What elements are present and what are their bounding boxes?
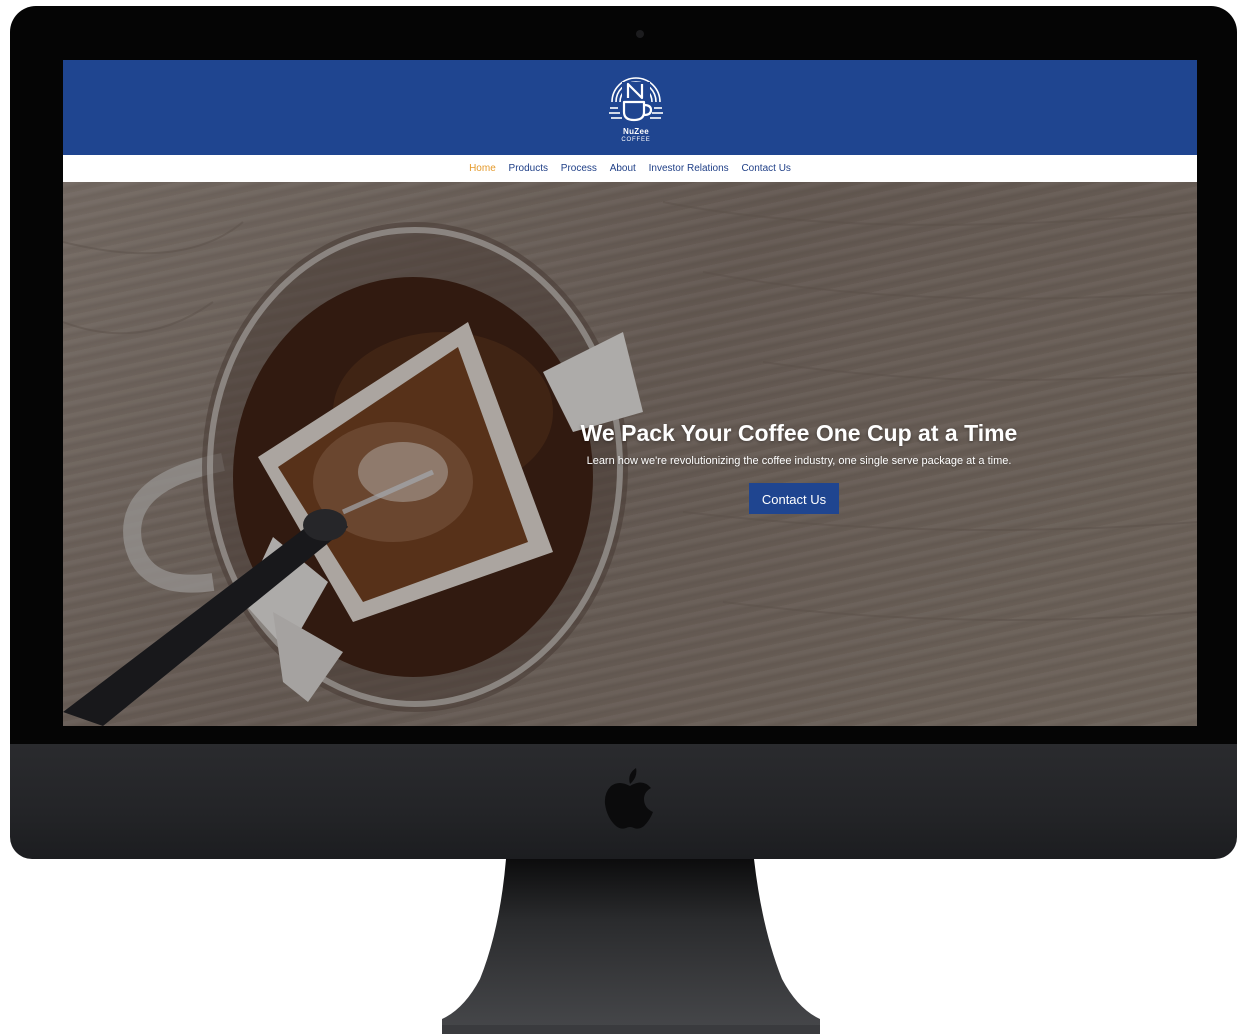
nav-item-process[interactable]: Process (561, 155, 597, 182)
imac-stand (442, 859, 820, 1034)
nuzee-cup-logo-icon (609, 77, 663, 122)
brand-subtitle: COFFEE (621, 137, 651, 143)
site-header: NuZee COFFEE (63, 60, 1197, 155)
nav-item-about[interactable]: About (610, 155, 636, 182)
imac-device-frame: NuZee COFFEE Home Products Process About… (0, 0, 1237, 1034)
website-screen: NuZee COFFEE Home Products Process About… (63, 60, 1197, 726)
main-navigation: Home Products Process About Investor Rel… (63, 155, 1197, 182)
hero-subtitle: Learn how we're revolutionizing the coff… (586, 455, 1012, 467)
nav-item-investor-relations[interactable]: Investor Relations (649, 155, 729, 182)
contact-us-button[interactable]: Contact Us (749, 483, 839, 514)
hero-title: We Pack Your Coffee One Cup at a Time (580, 420, 1018, 446)
brand-logo[interactable]: NuZee COFFEE (604, 62, 668, 152)
nav-item-home[interactable]: Home (469, 155, 496, 182)
nav-item-contact-us[interactable]: Contact Us (741, 155, 790, 182)
nav-item-products[interactable]: Products (509, 155, 548, 182)
hero-content: We Pack Your Coffee One Cup at a Time Le… (568, 418, 1030, 514)
webcam (636, 30, 644, 38)
hero-section: We Pack Your Coffee One Cup at a Time Le… (63, 182, 1197, 726)
brand-name: NuZee (623, 127, 649, 136)
apple-logo-icon (604, 768, 653, 829)
